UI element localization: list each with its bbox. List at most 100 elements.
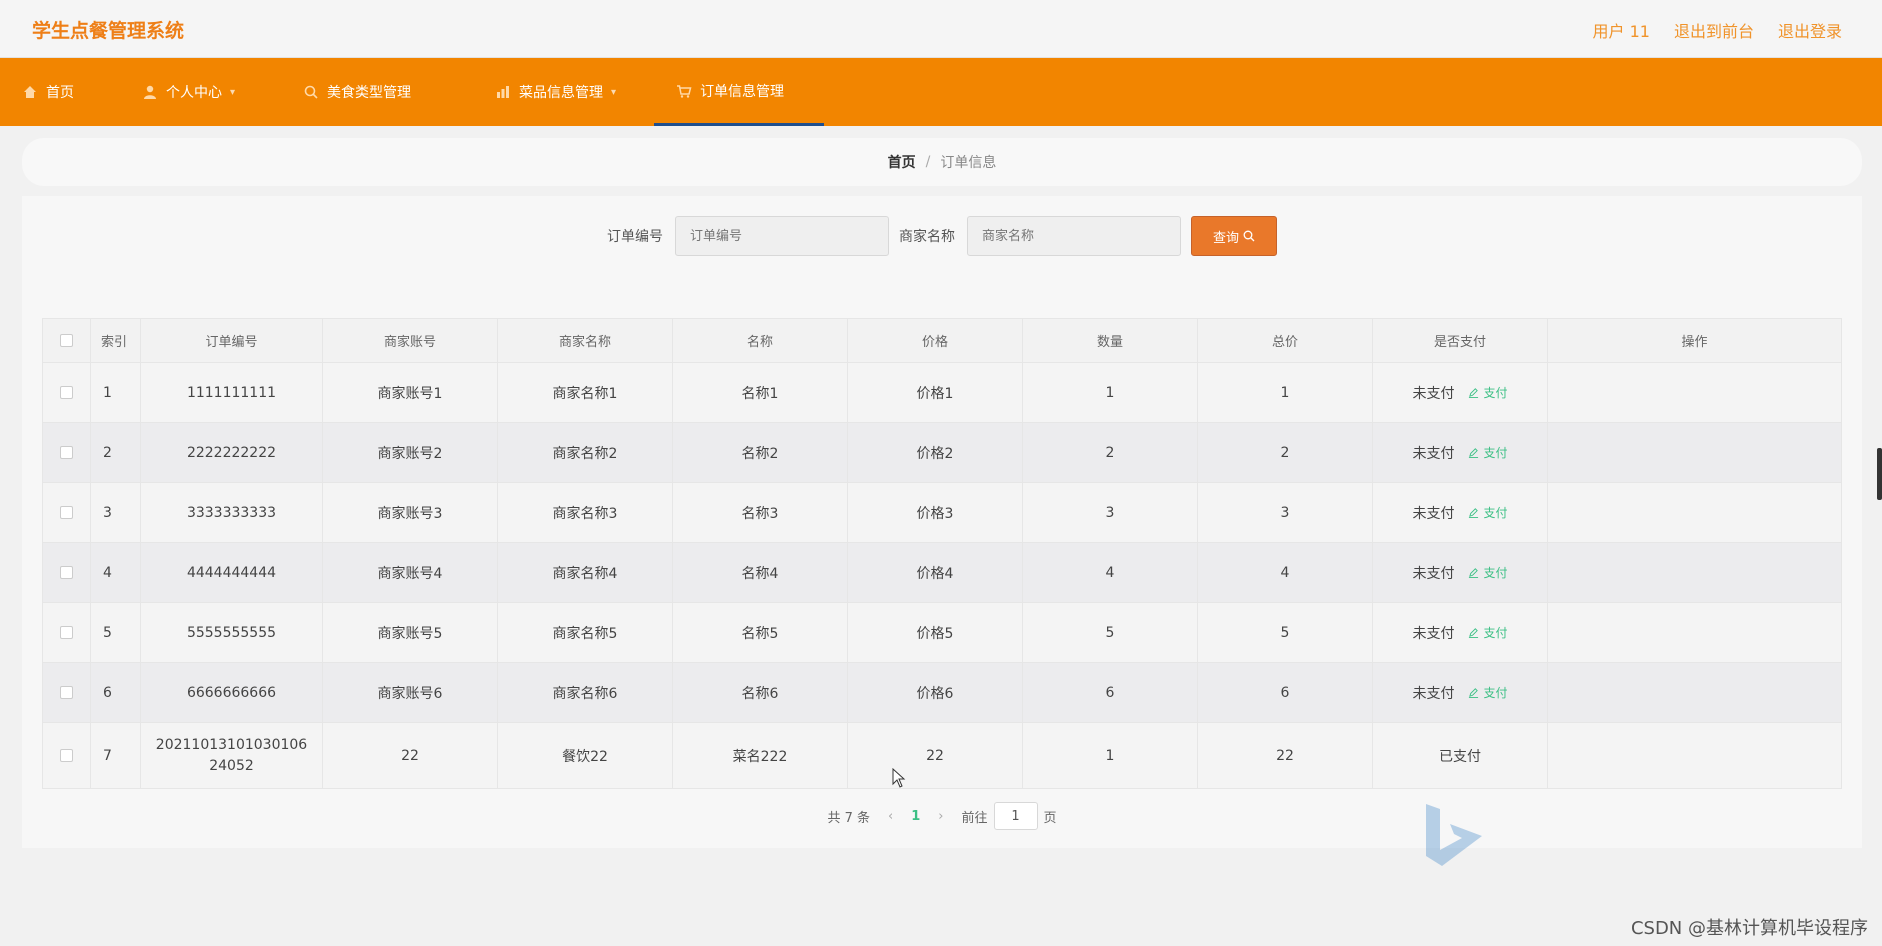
nav-item-label: 美食类型管理 (327, 85, 412, 101)
pay-button-label: 支付 (1483, 566, 1508, 580)
current-user-link[interactable]: 用户 11 (1593, 18, 1650, 42)
logout-link[interactable]: 退出登录 (1778, 18, 1842, 42)
cell-merchant-name: 商家名称3 (497, 482, 673, 543)
cell-merchant-name: 餐饮22 (497, 722, 673, 789)
cell-paid: 未支付 支付 (1372, 422, 1548, 483)
cell-actions (1547, 422, 1842, 483)
breadcrumb-home[interactable]: 首页 (888, 152, 916, 172)
column-header: 价格 (847, 318, 1023, 363)
nav-item-label: 订单信息管理 (700, 83, 785, 100)
cell-qty: 1 (1022, 362, 1198, 423)
row-checkbox[interactable] (60, 686, 73, 699)
next-page-icon[interactable]: › (938, 809, 943, 824)
pay-button[interactable]: 支付 (1468, 624, 1508, 641)
goto-page-input[interactable] (993, 802, 1038, 830)
cell-index: 3 (90, 482, 141, 543)
cell-name: 名称6 (672, 662, 848, 723)
cell-total: 22 (1197, 722, 1373, 789)
nav-item-label: 首页 (46, 85, 74, 101)
paid-status: 未支付 (1412, 685, 1455, 702)
prev-page-icon[interactable]: ‹ (888, 809, 893, 824)
cell-order-no: 6666666666 (140, 662, 323, 723)
cell-actions (1547, 722, 1842, 789)
nav-item-personal-center[interactable]: 个人中心 ▾ (120, 58, 257, 126)
cell-name: 菜名222 (672, 722, 848, 789)
exit-to-frontend-link[interactable]: 退出到前台 (1674, 18, 1754, 42)
cell-name: 名称1 (672, 362, 848, 423)
pay-button[interactable]: 支付 (1468, 384, 1508, 401)
column-header: 是否支付 (1372, 318, 1548, 363)
cell-merchant-account: 商家账号3 (322, 482, 498, 543)
cell-price: 价格3 (847, 482, 1023, 543)
merchant-name-input[interactable] (967, 216, 1181, 256)
cell-merchant-name: 商家名称2 (497, 422, 673, 483)
nav-item-order-info[interactable]: 订单信息管理 (654, 58, 825, 126)
cell-price: 22 (847, 722, 1023, 789)
row-checkbox[interactable] (60, 386, 73, 399)
cell-total: 1 (1197, 362, 1373, 423)
cell-merchant-name: 商家名称1 (497, 362, 673, 423)
pay-button[interactable]: 支付 (1468, 444, 1508, 461)
goto-suffix: 页 (1043, 810, 1057, 826)
row-checkbox-cell (42, 542, 91, 603)
row-checkbox[interactable] (60, 506, 73, 519)
goto-label: 前往 (961, 810, 988, 826)
row-checkbox[interactable] (60, 446, 73, 459)
user-icon (144, 85, 156, 99)
row-checkbox[interactable] (60, 566, 73, 579)
row-checkbox[interactable] (60, 749, 73, 762)
cell-name: 名称4 (672, 542, 848, 603)
page-number[interactable]: 1 (911, 809, 920, 824)
pay-button[interactable]: 支付 (1468, 684, 1508, 701)
cell-merchant-name: 商家名称5 (497, 602, 673, 663)
paid-status: 已支付 (1439, 748, 1481, 765)
cell-name: 名称2 (672, 422, 848, 483)
row-checkbox-cell (42, 602, 91, 663)
cell-merchant-name: 商家名称4 (497, 542, 673, 603)
paid-status: 未支付 (1412, 625, 1455, 642)
table-row: 5 5555555555 商家账号5 商家名称5 名称5 价格5 5 5 未支付… (42, 602, 1842, 663)
cell-qty: 3 (1022, 482, 1198, 543)
row-checkbox[interactable] (60, 626, 73, 639)
order-no-label: 订单编号 (607, 229, 663, 245)
cell-total: 2 (1197, 422, 1373, 483)
cell-order-no: 5555555555 (140, 602, 323, 663)
cell-price: 价格4 (847, 542, 1023, 603)
paid-status: 未支付 (1412, 505, 1455, 522)
bing-logo-icon (1426, 804, 1482, 866)
nav-item-home[interactable]: 首页 (0, 58, 96, 126)
cell-order-no: 3333333333 (140, 482, 323, 543)
table-header-row: 索引 订单编号 商家账号 商家名称 名称 价格 数量 总价 是否支付 操作 (42, 318, 1842, 363)
pay-button[interactable]: 支付 (1468, 564, 1508, 581)
cell-index: 7 (90, 722, 141, 789)
cell-merchant-account: 商家账号4 (322, 542, 498, 603)
nav-item-dish-info[interactable]: 菜品信息管理 ▾ (473, 58, 638, 126)
cell-actions (1547, 662, 1842, 723)
row-checkbox-cell (42, 422, 91, 483)
watermark-text: CSDN @基林计算机毕设程序 (1630, 918, 1868, 939)
cell-total: 3 (1197, 482, 1373, 543)
cell-price: 价格1 (847, 362, 1023, 423)
paid-status: 未支付 (1412, 385, 1455, 402)
cell-qty: 6 (1022, 662, 1198, 723)
search-button[interactable]: 查询 (1191, 216, 1277, 256)
nav-item-label: 个人中心 (166, 85, 222, 101)
edit-icon (1469, 628, 1479, 638)
cell-order-no: 1111111111 (140, 362, 323, 423)
main-content: 订单编号 商家名称 查询 索引 订单编号 商家账号 商家名称 名称 价格 数量 … (22, 196, 1862, 848)
breadcrumb-current: 订单信息 (940, 155, 997, 171)
pay-button[interactable]: 支付 (1468, 504, 1508, 521)
dish-icon (497, 86, 510, 98)
cart-icon (677, 84, 692, 98)
search-icon (1243, 230, 1255, 242)
nav-item-food-type[interactable]: 美食类型管理 (281, 58, 433, 126)
scrollbar-thumb[interactable] (1877, 448, 1882, 500)
row-checkbox-cell (42, 722, 91, 789)
cell-paid: 未支付 支付 (1372, 362, 1548, 423)
pay-button-label: 支付 (1483, 686, 1508, 700)
order-no-input[interactable] (675, 216, 889, 256)
select-all-checkbox[interactable] (60, 334, 73, 347)
column-header: 订单编号 (140, 318, 323, 363)
cell-price: 价格6 (847, 662, 1023, 723)
paid-status: 未支付 (1412, 445, 1455, 462)
